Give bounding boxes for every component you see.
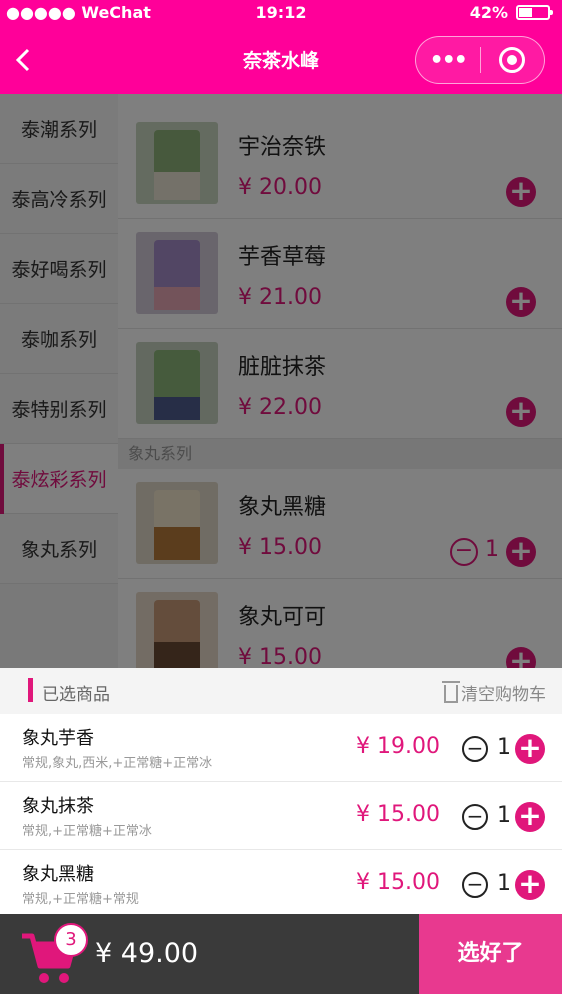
cart-item-price: ¥ 15.00: [356, 802, 440, 827]
cart-header-accent: [28, 678, 33, 702]
cart-item-options: 常规,+正常糖+正常冰: [22, 824, 152, 839]
checkout-bar: 3 ¥ 49.00 选好了: [0, 914, 562, 994]
minus-icon[interactable]: −: [462, 804, 488, 830]
nav-bar: 奈茶水峰 •••: [0, 26, 562, 94]
minus-icon[interactable]: −: [462, 736, 488, 762]
cart-item: 象丸黑糖 常规,+正常糖+常规 ¥ 15.00 − 1 +: [0, 850, 562, 918]
cart-total: ¥ 49.00: [95, 938, 199, 969]
cart-item-quantity: 1: [497, 735, 511, 760]
cart-item-options: 常规,+正常糖+常规: [22, 892, 139, 907]
trash-icon: [442, 681, 460, 703]
cart-item-price: ¥ 15.00: [356, 870, 440, 895]
clear-cart-button[interactable]: 清空购物车: [442, 680, 546, 705]
cart-count-badge: 3: [54, 923, 88, 957]
battery-percent: 42%: [469, 3, 508, 22]
cart-item-name: 象丸芋香: [22, 728, 94, 749]
cart-item-name: 象丸抹茶: [22, 796, 94, 817]
battery-icon: [516, 5, 553, 20]
mini-program-capsule: •••: [415, 36, 545, 84]
close-mini-icon[interactable]: [481, 47, 545, 73]
cart-item: 象丸抹茶 常规,+正常糖+正常冰 ¥ 15.00 − 1 +: [0, 782, 562, 850]
cart-panel: 已选商品 清空购物车 象丸芋香 常规,象丸,西米,+正常糖+正常冰 ¥ 19.0…: [0, 668, 562, 918]
status-bar: ●●●●● WeChat 19:12 42%: [0, 0, 562, 26]
cart-item-quantity: 1: [497, 871, 511, 896]
cart-item-options: 常规,象丸,西米,+正常糖+正常冰: [22, 756, 213, 771]
modal-backdrop[interactable]: [0, 94, 562, 668]
cart-title: 已选商品: [42, 685, 110, 705]
cart-item-price: ¥ 19.00: [356, 734, 440, 759]
cart-item-name: 象丸黑糖: [22, 864, 94, 885]
battery-area: 42%: [469, 3, 553, 22]
cart-item: 象丸芋香 常规,象丸,西米,+正常糖+正常冰 ¥ 19.00 − 1 +: [0, 714, 562, 782]
checkout-button[interactable]: 选好了: [419, 914, 562, 994]
plus-icon[interactable]: +: [515, 870, 545, 900]
plus-icon[interactable]: +: [515, 734, 545, 764]
more-icon[interactable]: •••: [416, 48, 480, 73]
cart-item-quantity: 1: [497, 803, 511, 828]
clear-cart-label: 清空购物车: [461, 685, 546, 705]
cart-header: 已选商品 清空购物车: [0, 668, 562, 714]
plus-icon[interactable]: +: [515, 802, 545, 832]
minus-icon[interactable]: −: [462, 872, 488, 898]
